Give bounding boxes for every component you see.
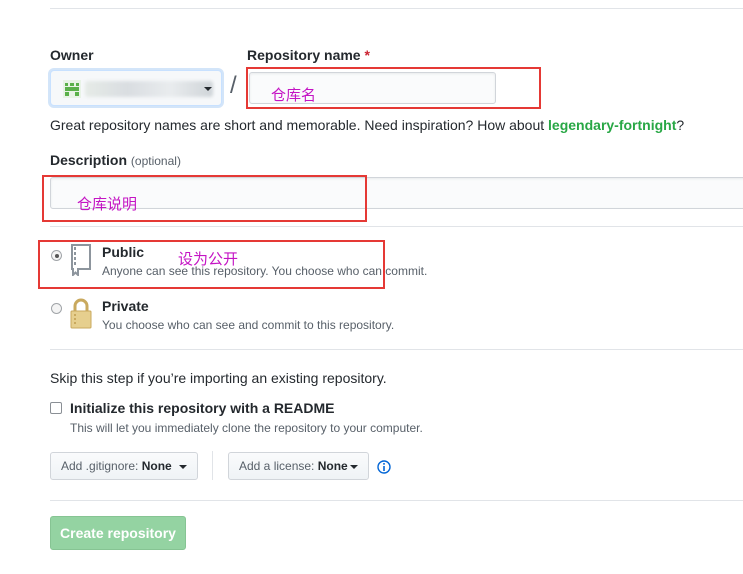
repository-name-hint: Great repository names are short and mem…: [50, 117, 685, 133]
annotation-repo-name: 仓库名: [271, 87, 317, 104]
description-optional: (optional): [130, 154, 181, 168]
readme-label[interactable]: Initialize this repository with a README: [70, 400, 334, 416]
owner-repo-separator: /: [230, 72, 237, 99]
description-label: Description (optional): [50, 152, 181, 168]
section-divider-2: [50, 349, 743, 350]
owner-name-redacted: [85, 81, 213, 97]
section-divider-3: [50, 500, 743, 501]
gitignore-select[interactable]: Add .gitignore: None: [50, 452, 198, 480]
chevron-down-icon: [179, 465, 187, 469]
owner-select[interactable]: [50, 70, 222, 106]
annotation-public: 设为公开: [178, 251, 239, 268]
top-divider: [50, 8, 743, 9]
required-asterisk: *: [364, 47, 370, 63]
annotation-description: 仓库说明: [77, 196, 138, 213]
license-select[interactable]: Add a license: None: [228, 452, 369, 480]
lock-icon: [70, 298, 92, 329]
private-radio[interactable]: [51, 303, 62, 314]
owner-label: Owner: [50, 47, 94, 63]
import-note: Skip this step if you’re importing an ex…: [50, 370, 387, 386]
readme-checkbox[interactable]: [50, 402, 62, 414]
chevron-down-icon: [204, 87, 212, 91]
info-icon[interactable]: [377, 460, 391, 474]
name-suggestion-link[interactable]: legendary-fortnight: [548, 117, 676, 133]
readme-note: This will let you immediately clone the …: [70, 421, 423, 435]
section-divider: [50, 226, 743, 227]
owner-avatar-icon: [63, 80, 81, 98]
private-title: Private: [102, 298, 149, 314]
chevron-down-icon: [350, 465, 358, 469]
private-note: You choose who can see and commit to thi…: [102, 318, 395, 332]
repository-name-label: Repository name *: [247, 47, 370, 63]
button-divider: [212, 451, 213, 480]
create-repository-button[interactable]: Create repository: [50, 516, 186, 550]
